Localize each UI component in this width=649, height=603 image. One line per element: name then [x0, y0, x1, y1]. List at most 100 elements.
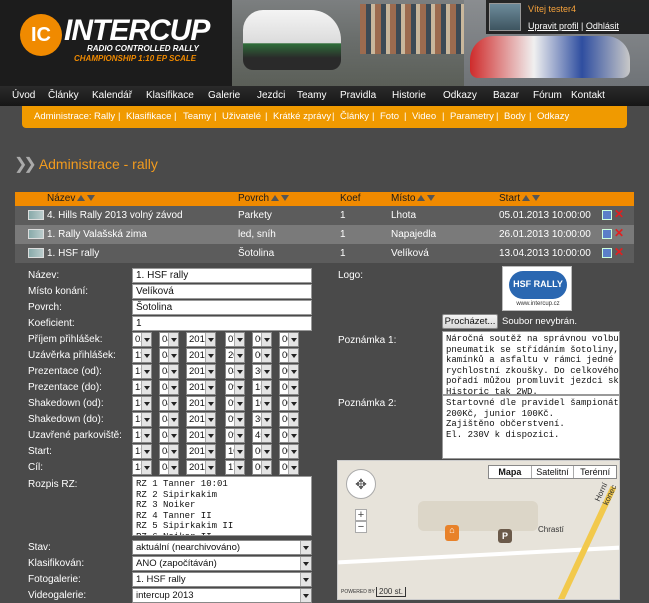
pozn1-textarea[interactable]: Náročná soutěž na správnou volbu pneumat… — [442, 331, 620, 395]
subnav-item-kratke-zpravy[interactable]: Krátké zprávy — [273, 111, 331, 122]
datetime-part-select[interactable]: 2013 — [186, 364, 216, 379]
datetime-part-select[interactable]: 13 — [132, 460, 152, 475]
chevron-down-icon[interactable] — [288, 381, 298, 394]
datetime-part-select[interactable]: 04 — [159, 332, 179, 347]
chevron-down-icon[interactable] — [261, 445, 271, 458]
chevron-down-icon[interactable] — [168, 381, 178, 394]
datetime-part-select[interactable]: 09 — [225, 380, 245, 395]
sort-desc-icon[interactable] — [532, 195, 541, 202]
datetime-part-select[interactable]: 09 — [225, 412, 245, 427]
rz-textarea[interactable]: RZ 1 Tanner 10:01 RZ 2 Sipirkakim RZ 3 N… — [132, 476, 312, 536]
datetime-part-select[interactable]: 10 — [225, 444, 245, 459]
chevron-down-icon[interactable] — [141, 349, 151, 362]
chevron-down-icon[interactable] — [141, 365, 151, 378]
chevron-down-icon[interactable] — [168, 397, 178, 410]
datetime-part-select[interactable]: 04 — [159, 460, 179, 475]
place-input[interactable]: Velíková — [132, 284, 312, 299]
pozn2-textarea[interactable]: Startovné dle pravidel šampionátu 200Kč,… — [442, 395, 620, 459]
nav-item-odkazy[interactable]: Odkazy — [443, 90, 477, 101]
datetime-part-select[interactable]: 2013 — [186, 348, 216, 363]
col-header-povrch[interactable]: Povrch — [238, 193, 290, 204]
datetime-part-select[interactable]: 13 — [132, 444, 152, 459]
chevron-down-icon[interactable] — [234, 397, 244, 410]
datetime-part-select[interactable]: 13 — [132, 396, 152, 411]
datetime-part-select[interactable]: 17 — [225, 460, 245, 475]
stav-select[interactable]: aktuální (nearchivováno) — [132, 540, 312, 555]
map-type-terenni[interactable]: Terénní — [574, 466, 616, 478]
chevron-down-icon[interactable] — [234, 333, 244, 346]
datetime-part-select[interactable]: 13 — [132, 380, 152, 395]
surface-input[interactable]: Šotolina — [132, 300, 312, 315]
datetime-part-select[interactable]: 04 — [159, 444, 179, 459]
datetime-part-select[interactable]: 04 — [159, 364, 179, 379]
sort-asc-icon[interactable] — [522, 195, 531, 202]
chevron-down-icon[interactable] — [141, 333, 151, 346]
nav-item-galerie[interactable]: Galerie — [208, 90, 240, 101]
brand-name[interactable]: INTERCUP — [64, 14, 210, 48]
name-input[interactable]: 1. HSF rally — [132, 268, 312, 283]
nav-item-clanky[interactable]: Články — [48, 90, 79, 101]
datetime-part-select[interactable]: 00 — [279, 364, 299, 379]
edit-profile-link[interactable]: Upravit profil — [528, 21, 579, 31]
delete-icon[interactable]: ✕ — [614, 207, 624, 221]
intercup-logo-icon[interactable]: IC — [20, 14, 62, 56]
subnav-item-odkazy[interactable]: Odkazy — [537, 111, 569, 122]
chevron-down-icon[interactable] — [261, 349, 271, 362]
chevron-down-icon[interactable] — [141, 445, 151, 458]
chevron-down-icon[interactable] — [205, 333, 215, 346]
chevron-down-icon[interactable] — [288, 397, 298, 410]
browse-button[interactable]: Procházet... — [442, 314, 498, 329]
logout-link[interactable]: Odhlásit — [586, 21, 619, 31]
subnav-item-klasifikace[interactable]: Klasifikace — [126, 111, 171, 122]
map-type-mapa[interactable]: Mapa — [489, 466, 532, 478]
datetime-part-select[interactable]: 45 — [252, 428, 272, 443]
koef-input[interactable]: 1 — [132, 316, 312, 331]
datetime-part-select[interactable]: 04 — [159, 348, 179, 363]
map-marker-icon[interactable]: ⌂ — [445, 525, 459, 541]
col-header-misto[interactable]: Místo — [391, 193, 436, 204]
chevron-down-icon[interactable] — [288, 461, 298, 474]
subnav-item-teamy[interactable]: Teamy — [183, 111, 211, 122]
chevron-down-icon[interactable] — [288, 349, 298, 362]
col-header-nazev[interactable]: Název — [47, 193, 96, 204]
chevron-down-icon[interactable] — [261, 365, 271, 378]
subnav-item-rally[interactable]: Rally — [94, 111, 115, 122]
col-header-start[interactable]: Start — [499, 193, 541, 204]
subnav-item-parametry[interactable]: Parametry — [450, 111, 494, 122]
subnav-item-video[interactable]: Video — [412, 111, 436, 122]
datetime-part-select[interactable]: 00 — [252, 332, 272, 347]
datetime-part-select[interactable]: 00 — [252, 460, 272, 475]
nav-item-teamy[interactable]: Teamy — [297, 90, 326, 101]
datetime-part-select[interactable]: 00 — [279, 348, 299, 363]
edit-icon[interactable] — [602, 210, 612, 220]
sort-asc-icon[interactable] — [77, 195, 86, 202]
chevron-down-icon[interactable] — [141, 429, 151, 442]
nav-item-klasifikace[interactable]: Klasifikace — [146, 90, 194, 101]
subnav-item-foto[interactable]: Foto — [380, 111, 399, 122]
nav-item-kalendar[interactable]: Kalendář — [92, 90, 132, 101]
datetime-part-select[interactable]: 15 — [252, 380, 272, 395]
chevron-down-icon[interactable] — [234, 365, 244, 378]
chevron-down-icon[interactable] — [205, 429, 215, 442]
map-type-satelitni[interactable]: Satelitní — [532, 466, 575, 478]
datetime-part-select[interactable]: 00 — [279, 460, 299, 475]
video-select[interactable]: intercup 2013 — [132, 588, 312, 603]
chevron-down-icon[interactable] — [205, 461, 215, 474]
datetime-part-select[interactable]: 09 — [225, 396, 245, 411]
datetime-part-select[interactable]: 07 — [225, 332, 245, 347]
pan-control-icon[interactable]: ✥ — [346, 469, 376, 499]
chevron-down-icon[interactable] — [288, 413, 298, 426]
chevron-down-icon[interactable] — [205, 365, 215, 378]
datetime-part-select[interactable]: 20 — [225, 348, 245, 363]
table-row[interactable]: 4. Hills Rally 2013 volný závod Parkety … — [15, 206, 634, 225]
delete-icon[interactable]: ✕ — [614, 226, 624, 240]
chevron-down-icon[interactable] — [261, 381, 271, 394]
delete-icon[interactable]: ✕ — [614, 245, 624, 259]
chevron-down-icon[interactable] — [300, 557, 311, 570]
datetime-part-select[interactable]: 30 — [252, 364, 272, 379]
datetime-part-select[interactable]: 00 — [279, 396, 299, 411]
chevron-down-icon[interactable] — [234, 445, 244, 458]
sort-asc-icon[interactable] — [417, 195, 426, 202]
edit-icon[interactable] — [602, 248, 612, 258]
datetime-part-select[interactable]: 2013 — [186, 396, 216, 411]
